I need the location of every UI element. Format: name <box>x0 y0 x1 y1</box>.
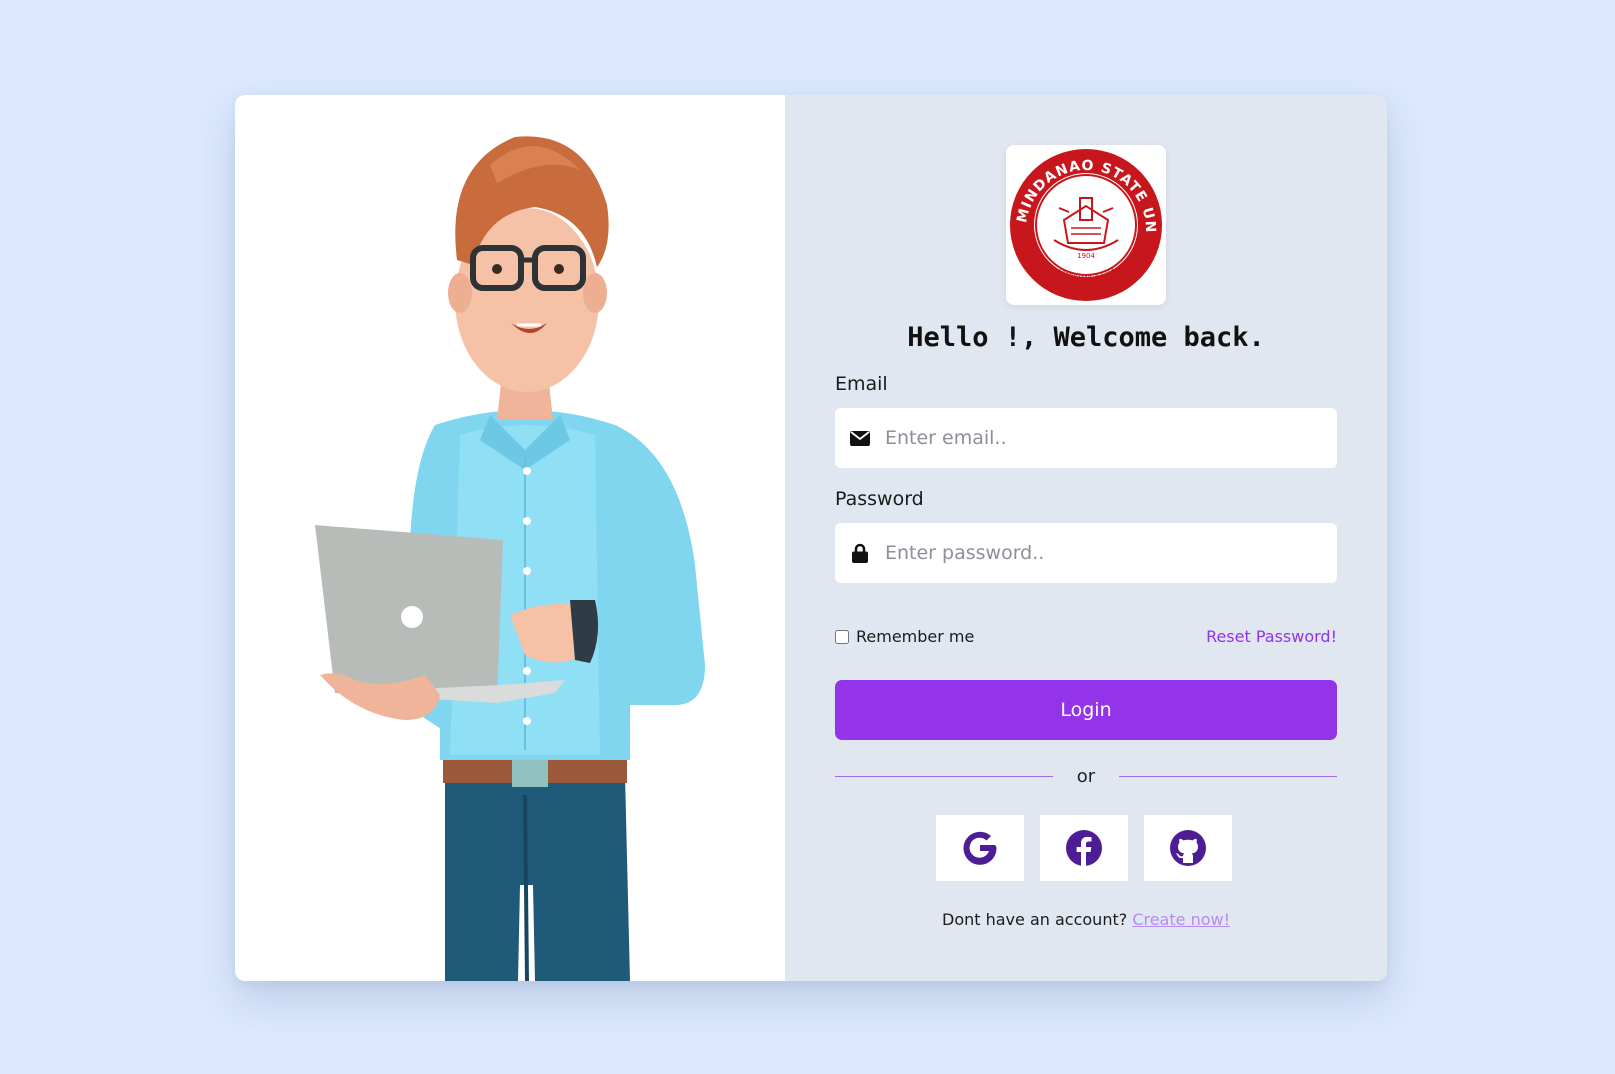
password-field-wrapper[interactable] <box>835 523 1337 583</box>
remember-checkbox[interactable] <box>835 629 849 644</box>
welcome-heading: Hello !, Welcome back. <box>907 322 1265 353</box>
facebook-icon <box>1066 830 1102 866</box>
divider-line-right <box>1119 776 1338 777</box>
lock-icon <box>835 543 885 563</box>
login-card: WESTERN MINDANAO STATE UNIVERSITY ZAMBOA… <box>235 95 1387 981</box>
create-account-link[interactable]: Create now! <box>1132 910 1230 929</box>
svg-text:1904: 1904 <box>1077 252 1095 260</box>
divider-text: or <box>1076 766 1096 787</box>
google-login-button[interactable] <box>936 815 1024 881</box>
remember-row: Remember me Reset Password! <box>835 627 1337 646</box>
university-seal-icon: WESTERN MINDANAO STATE UNIVERSITY ZAMBOA… <box>1009 148 1162 301</box>
envelope-icon <box>835 430 885 446</box>
github-icon <box>1170 830 1206 866</box>
login-button[interactable]: Login <box>835 680 1337 740</box>
signup-prompt: Dont have an account? Create now! <box>785 910 1387 929</box>
password-input[interactable] <box>885 523 1337 583</box>
email-field-wrapper[interactable] <box>835 408 1337 468</box>
illustration-panel <box>235 95 785 981</box>
reset-password-link[interactable]: Reset Password! <box>1206 627 1337 646</box>
man-with-laptop-illustration <box>315 136 705 981</box>
google-icon <box>963 831 997 865</box>
login-panel: WESTERN MINDANAO STATE UNIVERSITY ZAMBOA… <box>785 95 1387 981</box>
or-divider: or <box>835 766 1338 787</box>
password-label: Password <box>835 488 924 510</box>
university-logo: WESTERN MINDANAO STATE UNIVERSITY ZAMBOA… <box>1006 145 1166 305</box>
signup-text: Dont have an account? <box>942 910 1128 929</box>
remember-label: Remember me <box>856 627 975 646</box>
github-login-button[interactable] <box>1144 815 1232 881</box>
divider-line-left <box>835 776 1053 777</box>
social-login-row <box>936 815 1232 881</box>
email-input[interactable] <box>885 408 1337 468</box>
remember-me[interactable]: Remember me <box>835 627 974 646</box>
facebook-login-button[interactable] <box>1040 815 1128 881</box>
email-label: Email <box>835 373 888 395</box>
